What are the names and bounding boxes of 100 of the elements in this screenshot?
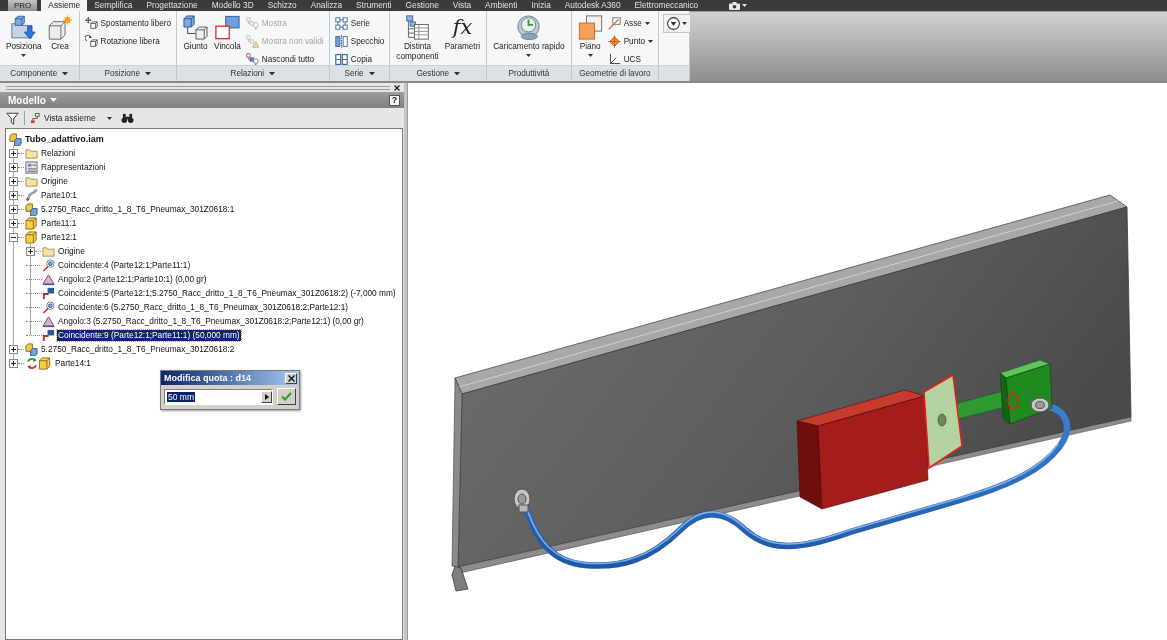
tree-item[interactable]: Relazioni <box>40 147 77 159</box>
tree-item[interactable]: Angolo:2 (Parte12:1;Parte10:1) (0,00 gr) <box>57 273 208 285</box>
folder-cube-arrow-icon <box>11 15 37 40</box>
tool-button[interactable]: Distinta componenti <box>394 14 441 62</box>
fx-icon: fx <box>452 15 473 40</box>
ribbon-tab[interactable]: Gestione <box>398 0 446 11</box>
tree-table-icon <box>405 15 431 40</box>
tool-button[interactable]: Specchio <box>333 32 386 50</box>
tree-item[interactable]: Origine <box>57 245 86 257</box>
tool-button[interactable]: Posiziona <box>4 14 44 58</box>
flush-blocks-icon <box>42 286 55 300</box>
tree-item[interactable]: Coincidente:9 (Parte12:1;Parte11:1) (50,000 mm) <box>57 329 241 341</box>
folder-icon <box>42 244 55 258</box>
ribbon-tab[interactable]: Strumenti <box>349 0 399 11</box>
tool-button[interactable]: Rotazione libera <box>83 32 173 50</box>
ribbon-tab[interactable]: Elettromeccanico <box>627 0 706 11</box>
tool-button[interactable]: Asse <box>606 14 655 32</box>
tree-item[interactable]: Rappresentazioni <box>40 161 107 173</box>
tree-item[interactable]: Parte12:1 <box>40 231 78 243</box>
globe-clock-icon <box>516 15 542 40</box>
tool-button[interactable]: Punto <box>606 32 655 50</box>
expand-toggle-icon[interactable] <box>9 358 18 368</box>
close-icon[interactable] <box>394 84 400 91</box>
squares-grid-icon <box>334 16 348 30</box>
mirror-icon <box>334 34 348 48</box>
caret-down-icon <box>454 71 461 76</box>
tree-item[interactable]: 5.2750_Racc_dritto_1_8_T6_Pneumax_301Z0618:1 <box>40 203 236 215</box>
hierarchy-icon <box>30 112 41 124</box>
expand-toggle-icon[interactable] <box>9 148 18 158</box>
ribbon-tab[interactable]: Modello 3D <box>204 0 261 11</box>
tree-item[interactable]: Parte11:1 <box>40 217 78 229</box>
ribbon-tab[interactable]: Assieme <box>41 0 88 11</box>
view-dropdown[interactable]: Vista assieme <box>30 112 116 124</box>
ribbon-tab[interactable]: Semplifica <box>87 0 140 11</box>
ribbon-tab[interactable]: Autodesk A360 <box>557 0 628 11</box>
expand-toggle-icon[interactable] <box>9 204 18 214</box>
panel-title[interactable]: Serie <box>344 69 375 78</box>
expand-toggle-icon[interactable] <box>26 246 35 256</box>
tool-button[interactable]: fx Parametri <box>442 14 483 53</box>
panel-title[interactable]: Gestione <box>416 69 461 78</box>
cube-star-icon <box>47 15 73 40</box>
tool-button[interactable]: Caricamento rapido <box>491 14 567 58</box>
app-menu-button[interactable]: PRO <box>8 0 38 11</box>
camera-icon[interactable] <box>729 1 741 10</box>
ribbon-tab[interactable]: Analizza <box>303 0 350 11</box>
tool-button[interactable]: Piano <box>575 14 605 58</box>
ribbon-tab[interactable]: Schizzo <box>260 0 304 11</box>
tree-item[interactable]: Coincidente:4 (Parte12:1;Parte11:1) <box>57 259 192 271</box>
expand-toggle-icon[interactable] <box>9 162 18 172</box>
tool-button[interactable]: Copia <box>333 50 386 68</box>
ribbon-tab[interactable]: Inizia <box>524 0 558 11</box>
tree-item[interactable]: 5.2750_Racc_dritto_1_8_T6_Pneumax_301Z0618:2 <box>40 343 236 355</box>
tool-button[interactable]: Spostamento libero <box>83 14 173 32</box>
apply-button[interactable] <box>277 388 296 405</box>
filter-icon[interactable] <box>6 111 19 125</box>
copy-icon <box>334 52 348 66</box>
panel-title[interactable]: Posizione <box>104 69 152 78</box>
cube-icon <box>25 230 38 244</box>
expand-toggle-icon[interactable] <box>9 190 18 200</box>
tube-icon <box>25 188 38 202</box>
caret-down-icon <box>106 116 112 120</box>
cube-icon <box>25 216 38 230</box>
binoculars-icon[interactable] <box>120 112 134 124</box>
expand-toggle-icon[interactable] <box>9 218 18 228</box>
folder-icon <box>25 174 38 188</box>
tree-item[interactable]: Parte10:1 <box>40 189 78 201</box>
panel-title: Geometrie di lavoro <box>579 69 651 78</box>
tool-button[interactable]: Nascondi tutto <box>244 50 325 68</box>
tool-button[interactable]: Serie <box>333 14 386 32</box>
caret-down-icon[interactable] <box>742 4 748 7</box>
expand-toggle-icon[interactable] <box>9 232 18 242</box>
tool-button[interactable]: Vincola <box>212 14 243 53</box>
caret-down-icon <box>648 39 654 43</box>
tree-item[interactable]: Angolo:3 (5.2750_Racc_dritto_1_8_T6_Pneumax_301Z0618:2;Parte12:1) (0,00 gr) <box>57 315 365 327</box>
point-icon <box>607 34 621 48</box>
ribbon-tab[interactable]: Ambienti <box>478 0 525 11</box>
dropdown-button[interactable] <box>663 14 692 33</box>
caret-down-icon <box>269 71 276 76</box>
tool-button[interactable]: UCS <box>606 50 655 68</box>
ribbon-tab[interactable]: Progettazione <box>139 0 205 11</box>
triangle-icon <box>42 272 55 286</box>
panel-title[interactable]: Componente <box>10 69 69 78</box>
close-button[interactable] <box>285 372 297 384</box>
tree-item[interactable]: Coincidente:5 (Parte12:1;5.2750_Racc_dritto_1_8_T6_Pneumax_301Z0618:2) (-7,000 mm) <box>57 287 397 299</box>
caret-down-icon <box>526 53 532 57</box>
flush-blocks-icon <box>42 328 55 342</box>
cubes-icon <box>25 202 38 216</box>
tree-item[interactable]: Parte14:1 <box>54 357 92 369</box>
tool-button[interactable]: Crea <box>45 14 75 53</box>
expand-toggle-icon[interactable] <box>9 344 18 354</box>
expand-toggle-icon[interactable] <box>9 176 18 186</box>
arrow-button[interactable] <box>261 390 272 403</box>
panel-title[interactable]: Relazioni <box>230 69 276 78</box>
help-button[interactable]: ? <box>389 94 400 106</box>
tree-item[interactable]: Tubo_adattivo.iam <box>24 133 105 145</box>
tool-button[interactable]: Giunto <box>181 14 211 53</box>
tree-item[interactable]: Coincidente:6 (5.2750_Racc_dritto_1_8_T6_Pneumax_301Z0618:2;Parte12:1) <box>57 301 350 313</box>
ribbon-tab[interactable]: Vista <box>445 0 479 11</box>
tree-item[interactable]: Origine <box>40 175 69 187</box>
dimension-input-field[interactable]: 50 mm <box>164 388 273 405</box>
